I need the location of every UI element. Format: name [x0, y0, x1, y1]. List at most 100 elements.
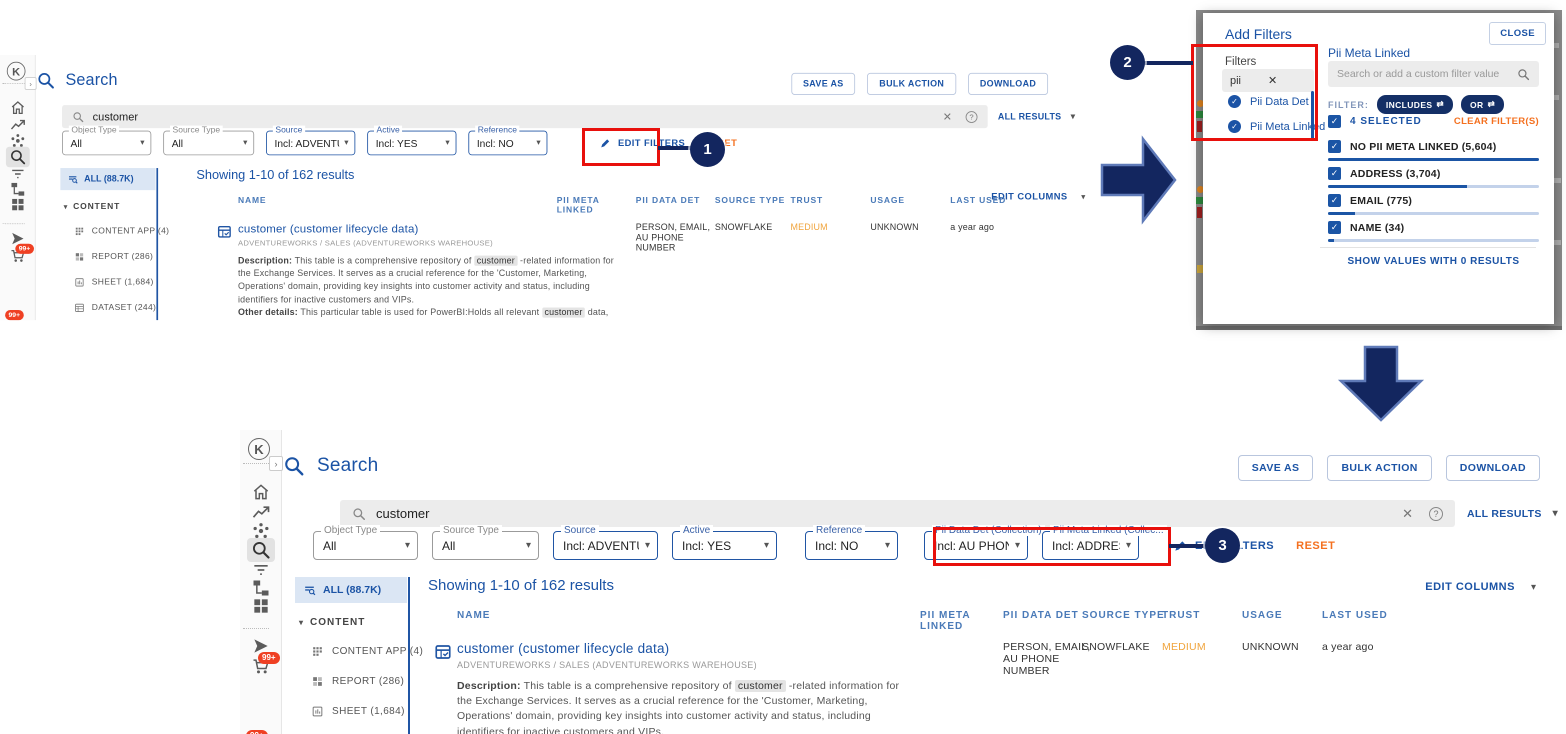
save-as-button[interactable]: SAVE AS [791, 73, 855, 95]
includes-toggle[interactable]: INCLUDES⇄ [1377, 95, 1453, 114]
filter-chip-source-type[interactable]: Source TypeAll▾ [432, 531, 539, 560]
annotation-box-edit-filters [582, 128, 660, 166]
filter-chip-active[interactable]: ActiveIncl: YES▾ [367, 131, 456, 156]
facet-sheet[interactable]: SHEET (1,684) [311, 705, 408, 718]
clear-filters-button[interactable]: CLEAR FILTER(S) [1454, 116, 1539, 127]
all-results-dropdown[interactable]: ALL RESULTS▾ [1467, 508, 1558, 520]
col-pii-meta-linked[interactable]: PII META LINKED [920, 610, 982, 632]
checkbox-icon[interactable]: ✓ [1328, 115, 1341, 128]
clear-search-icon[interactable]: ✕ [1402, 506, 1413, 522]
col-source-type[interactable]: SOURCE TYPE [1082, 610, 1165, 621]
download-button[interactable]: DOWNLOAD [968, 73, 1048, 95]
expand-sidebar-button[interactable]: › [269, 456, 283, 471]
col-pii-meta-linked[interactable]: PII META LINKED [557, 196, 610, 215]
cart-count-badge: 99+ [15, 244, 33, 254]
search-placeholder: Search or add a custom filter value [1337, 68, 1517, 80]
count-bar [1328, 185, 1539, 188]
help-icon[interactable]: ? [1429, 507, 1443, 521]
facet-group-content[interactable]: ▾CONTENT [64, 202, 157, 211]
facet-report[interactable]: REPORT (286) [74, 251, 156, 262]
show-zero-results-link[interactable]: SHOW VALUES WITH 0 RESULTS [1328, 256, 1539, 267]
search-input[interactable]: customer ✕ ? [340, 500, 1455, 527]
or-toggle[interactable]: OR⇄ [1461, 95, 1504, 114]
filter-chip-object-type[interactable]: Object TypeAll▾ [62, 131, 151, 156]
filter-value-row[interactable]: ✓EMAIL (775) [1328, 194, 1539, 215]
annotation-box-filters-panel [1191, 44, 1318, 141]
chevron-down-icon: ▾ [405, 540, 410, 551]
cell-source-type: SNOWFLAKE [715, 222, 773, 232]
notification-count-badge: 99+ [246, 730, 268, 734]
filter-value-search-input[interactable]: Search or add a custom filter value [1328, 61, 1539, 87]
cell-pii-data-det: PERSON, EMAIL, AU PHONE NUMBER [636, 222, 714, 253]
all-results-dropdown[interactable]: ALL RESULTS▾ [998, 112, 1075, 122]
report-icon [311, 675, 324, 688]
apps-grid-icon[interactable] [251, 596, 271, 616]
hierarchy-icon[interactable] [251, 578, 271, 598]
filter-value-row[interactable]: ✓NAME (34) [1328, 221, 1539, 242]
filter-chip-source-type[interactable]: Source TypeAll▾ [163, 131, 254, 156]
search-icon [251, 540, 271, 560]
close-button[interactable]: CLOSE [1489, 22, 1546, 45]
filter-chip-source[interactable]: SourceIncl: ADVENTUR...▾ [266, 131, 355, 156]
highlight-term: customer [735, 680, 786, 692]
rail-divider [243, 628, 269, 629]
home-icon[interactable] [9, 99, 26, 116]
facet-all[interactable]: ALL (88.7K) [295, 577, 407, 603]
filter-chip-active[interactable]: ActiveIncl: YES▾ [672, 531, 777, 560]
search-query: customer [93, 110, 943, 123]
expand-sidebar-button[interactable]: › [25, 77, 37, 90]
col-name[interactable]: NAME [238, 196, 266, 205]
col-trust[interactable]: TRUST [1162, 610, 1200, 621]
col-trust[interactable]: TRUST [791, 196, 824, 205]
annotation-connector [658, 146, 692, 150]
checkbox-icon[interactable]: ✓ [1328, 221, 1341, 234]
filter-value-row[interactable]: ✓ADDRESS (3,704) [1328, 167, 1539, 188]
reset-button[interactable]: RESET [1296, 540, 1335, 552]
col-usage[interactable]: USAGE [1242, 610, 1283, 621]
filter-chip-source[interactable]: SourceIncl: ADVENTUR...▾ [553, 531, 658, 560]
left-nav-rail: K › 99+ 99+ [240, 430, 282, 734]
filter-chip-reference[interactable]: ReferenceIncl: NO▾ [468, 131, 547, 156]
search-nav-active[interactable] [247, 538, 275, 562]
search-nav-active[interactable] [6, 147, 30, 167]
edit-columns-dropdown[interactable]: EDIT COLUMNS▾ [1425, 581, 1536, 593]
checkbox-icon[interactable]: ✓ [1328, 194, 1341, 207]
facet-content-app[interactable]: CONTENT APP (4) [311, 645, 408, 658]
checkbox-icon[interactable]: ✓ [1328, 140, 1341, 153]
bulk-action-button[interactable]: BULK ACTION [867, 73, 956, 95]
result-name-link[interactable]: customer (customer lifecycle data) [457, 641, 927, 656]
result-description: Description: This table is a comprehensi… [457, 679, 907, 734]
filter-value-row[interactable]: ✓NO PII META LINKED (5,604) [1328, 140, 1539, 161]
save-as-button[interactable]: SAVE AS [1238, 455, 1314, 481]
analytics-icon[interactable] [251, 503, 271, 523]
col-usage[interactable]: USAGE [870, 196, 904, 205]
filter-chip-reference[interactable]: ReferenceIncl: NO▾ [805, 531, 898, 560]
report-icon [74, 251, 85, 262]
apps-grid-icon[interactable] [9, 196, 26, 213]
col-source-type[interactable]: SOURCE TYPE [715, 196, 785, 205]
annotation-connector [1144, 61, 1193, 65]
facet-content-app[interactable]: CONTENT APP (4) [74, 226, 156, 237]
download-button[interactable]: DOWNLOAD [1446, 455, 1540, 481]
help-icon[interactable]: ? [966, 111, 978, 123]
notification-count-badge: 99+ [5, 310, 23, 320]
count-bar [1328, 158, 1539, 161]
facet-sheet[interactable]: SHEET (1,684) [74, 277, 156, 288]
bulk-action-button[interactable]: BULK ACTION [1327, 455, 1431, 481]
checkbox-icon[interactable]: ✓ [1328, 167, 1341, 180]
facet-report[interactable]: REPORT (286) [311, 675, 408, 688]
result-name-link[interactable]: customer (customer lifecycle data) [238, 222, 638, 235]
facet-group-content[interactable]: ▾CONTENT [299, 617, 408, 628]
facet-dataset[interactable]: DATASET (244) [74, 302, 156, 313]
col-pii-data-det[interactable]: PII DATA DET [636, 196, 714, 205]
home-icon[interactable] [251, 482, 271, 502]
results-panel: Showing 1-10 of 162 results EDIT COLUMNS… [428, 577, 1566, 734]
filter-icon[interactable] [251, 560, 271, 580]
col-name[interactable]: NAME [457, 610, 490, 621]
cell-last-used: a year ago [950, 222, 994, 232]
clear-search-icon[interactable]: ✕ [943, 110, 952, 124]
col-last-used[interactable]: LAST USED [950, 196, 1006, 205]
filter-chip-object-type[interactable]: Object TypeAll▾ [313, 531, 418, 560]
facet-all[interactable]: ALL (88.7K) [60, 168, 155, 190]
col-last-used[interactable]: LAST USED [1322, 610, 1388, 621]
